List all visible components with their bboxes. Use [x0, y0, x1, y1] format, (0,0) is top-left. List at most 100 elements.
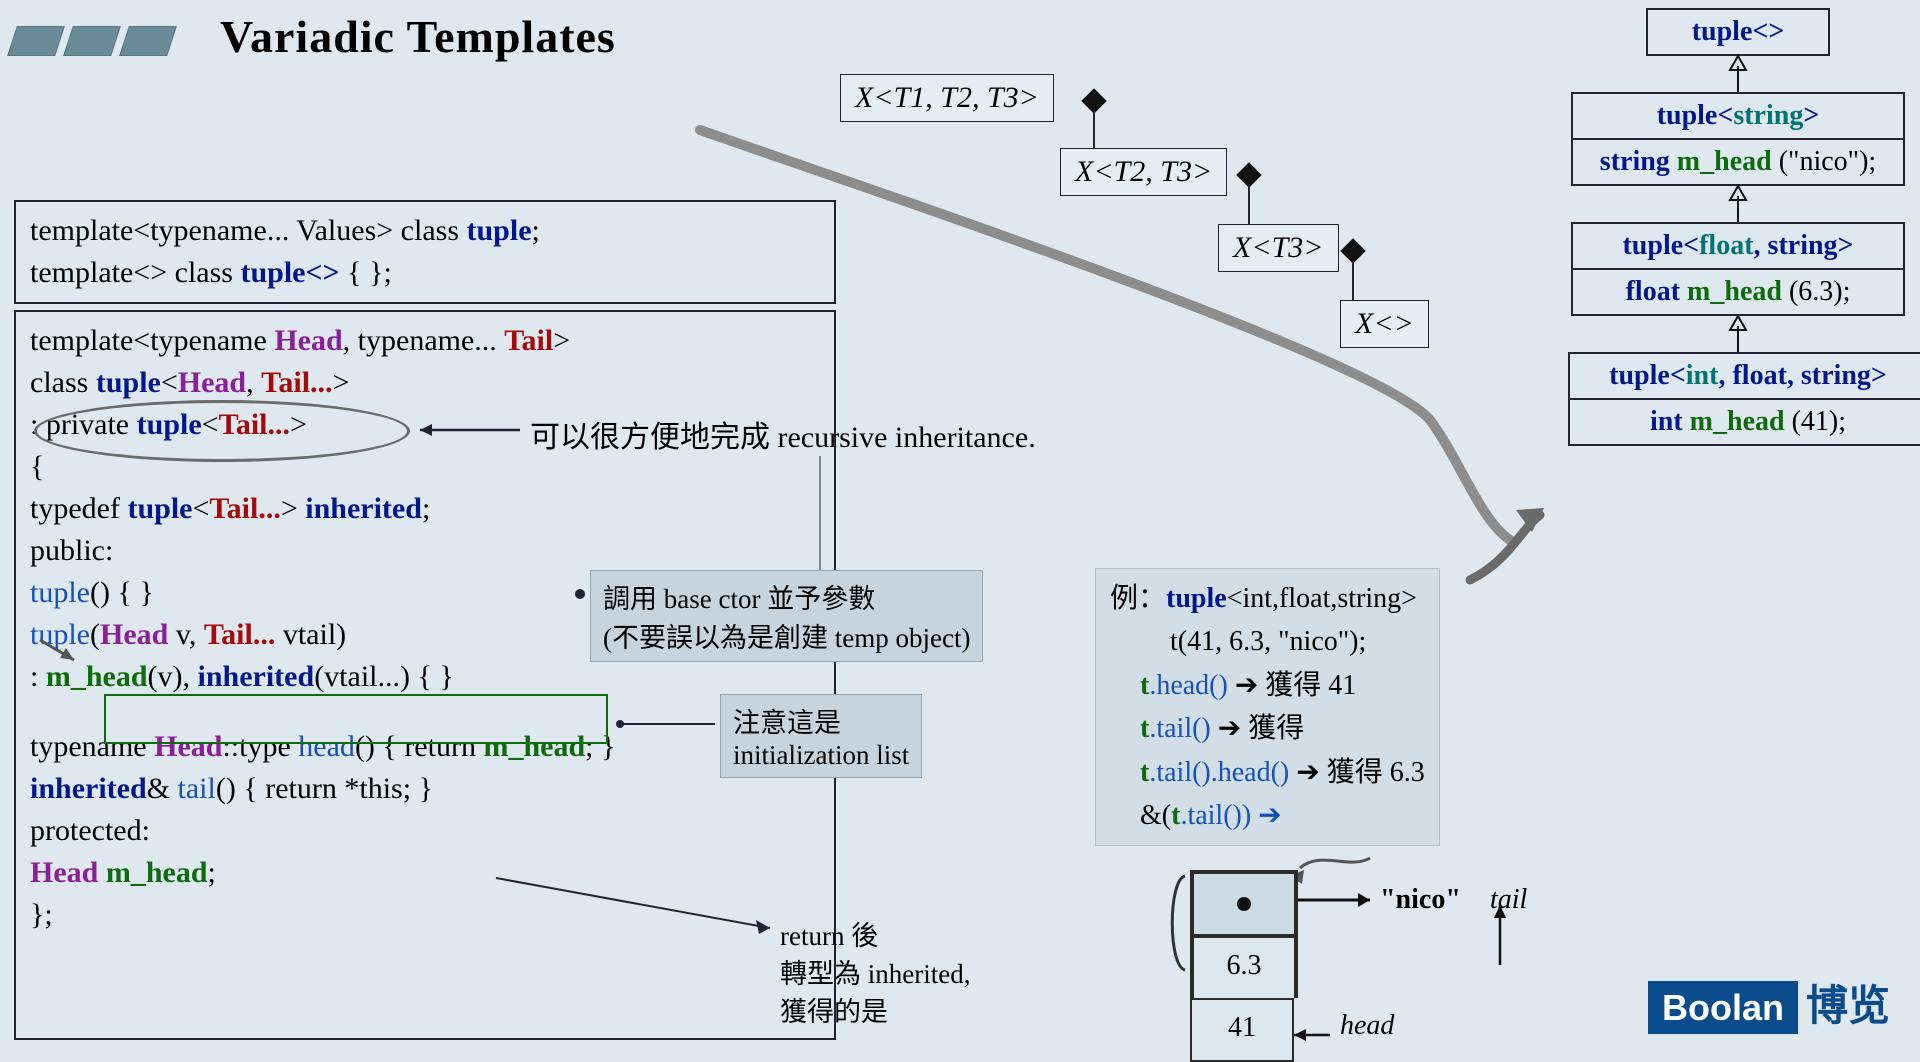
- t: protected:: [30, 810, 820, 852]
- t: .tail()) ➔: [1180, 800, 1281, 831]
- t: <int,float,string>: [1227, 583, 1417, 614]
- code-text: { };: [340, 256, 392, 289]
- t: int: [1650, 406, 1690, 437]
- note-base-ctor: 調用 base ctor 並予參數 (不要誤以為是創建 temp object): [590, 570, 983, 662]
- t: initialization list: [733, 740, 909, 771]
- t: >: [281, 492, 305, 525]
- t: (: [90, 618, 100, 651]
- t: tuple: [30, 576, 90, 609]
- code-kw: tuple: [467, 214, 532, 247]
- t: (vtail...) { }: [314, 660, 454, 693]
- t: tuple<: [1657, 100, 1734, 131]
- t: string: [1600, 146, 1677, 177]
- logo-cn: 博览: [1806, 984, 1890, 1030]
- t: tuple<: [1609, 360, 1686, 391]
- t: ➔ 獲得 6.3: [1289, 757, 1424, 788]
- t: public:: [30, 530, 820, 572]
- t: m_head: [106, 856, 208, 889]
- t: ("nico");: [1772, 146, 1877, 177]
- t: int: [1686, 360, 1719, 391]
- t: Head: [100, 618, 168, 651]
- note-init-list: 注意這是 initialization list: [720, 694, 922, 778]
- t: >: [333, 366, 350, 399]
- t: tuple<: [1622, 230, 1699, 261]
- x-box-2: X<T2, T3>: [1060, 148, 1227, 196]
- oval-highlight: [34, 400, 410, 462]
- label-tail: tail: [1490, 884, 1527, 916]
- label-head: head: [1340, 1010, 1394, 1042]
- t: &(: [1140, 800, 1171, 831]
- t: .tail(): [1149, 713, 1210, 744]
- green-rect-highlight: [104, 694, 608, 744]
- t: 調用 base ctor 並予參數: [603, 577, 970, 616]
- t: Tail...: [261, 366, 332, 399]
- t: 注意這是: [733, 701, 909, 740]
- t: m_head: [46, 660, 148, 693]
- t: class: [30, 366, 96, 399]
- note-recursive-inheritance: 可以很方便地完成 recursive inheritance.: [530, 412, 1036, 456]
- t: tuple: [96, 366, 161, 399]
- code-text: ;: [532, 214, 540, 247]
- page-title: Variadic Templates: [220, 10, 616, 63]
- t: .head(): [1149, 670, 1228, 701]
- t: inherited: [305, 492, 422, 525]
- t: >: [553, 324, 570, 357]
- t: .tail(): [1149, 757, 1210, 788]
- t: tuple: [1166, 583, 1227, 614]
- t: (6.3);: [1782, 276, 1850, 307]
- note-return: return 後 轉型為 inherited, 獲得的是: [780, 918, 970, 1031]
- t: Head: [30, 856, 98, 889]
- t: , float, string>: [1718, 360, 1886, 391]
- stack-row: [1190, 870, 1298, 934]
- t: (不要誤以為是創建 temp object): [603, 616, 970, 655]
- brand-logo: Boolan博览: [1648, 972, 1890, 1033]
- t: 例：: [1110, 583, 1166, 614]
- x-box-1: X<T1, T2, T3>: [840, 74, 1054, 122]
- t: Head: [274, 324, 342, 357]
- t: tail: [178, 772, 216, 805]
- t: m_head: [1677, 146, 1772, 177]
- t: 轉型為 inherited,: [780, 956, 970, 994]
- t: ➔ 獲得: [1211, 713, 1304, 744]
- t: return 後: [780, 918, 970, 956]
- t: ,: [246, 366, 261, 399]
- t: , typename...: [343, 324, 505, 357]
- x-box-3: X<T3>: [1218, 224, 1339, 272]
- t: ➔ 獲得 41: [1228, 670, 1356, 701]
- memory-stack: 6.3 41: [1190, 870, 1298, 1062]
- tuple-hierarchy: tuple<> tuple<string> string m_head ("ni…: [1568, 8, 1908, 446]
- t: () { return *this; }: [216, 772, 433, 805]
- t: vtail): [275, 618, 346, 651]
- code-kw: tuple<>: [240, 256, 339, 289]
- t: inherited: [30, 772, 147, 805]
- t: t: [1140, 757, 1149, 788]
- t: t: [1140, 670, 1149, 701]
- title-decor: [12, 26, 172, 56]
- t: <: [192, 492, 209, 525]
- x-box-4: X<>: [1340, 300, 1429, 348]
- t: , string>: [1754, 230, 1854, 261]
- t: v,: [168, 618, 204, 651]
- t: :: [30, 660, 46, 693]
- example-box: 例：tuple<int,float,string> t(41, 6.3, "ni…: [1095, 568, 1440, 846]
- t: [98, 856, 106, 889]
- stack-nico-label: "nico": [1380, 884, 1461, 916]
- stack-row: 41: [1190, 998, 1294, 1062]
- t: template<typename: [30, 324, 274, 357]
- t: inherited: [198, 660, 315, 693]
- t: <: [161, 366, 178, 399]
- diamond-icon: [1236, 162, 1261, 187]
- t: .head(): [1211, 757, 1290, 788]
- t: Tail: [504, 324, 553, 357]
- t: string: [1733, 100, 1803, 131]
- t: m_head: [1690, 406, 1785, 437]
- t: };: [30, 894, 820, 936]
- t: typedef: [30, 492, 127, 525]
- t: t(41, 6.3, "nico");: [1110, 620, 1425, 663]
- t: Tail...: [209, 492, 280, 525]
- t: ;: [422, 492, 430, 525]
- stack-row: 6.3: [1190, 934, 1298, 998]
- t: float: [1699, 230, 1753, 261]
- t: float: [1626, 276, 1687, 307]
- logo-en: Boolan: [1648, 981, 1798, 1034]
